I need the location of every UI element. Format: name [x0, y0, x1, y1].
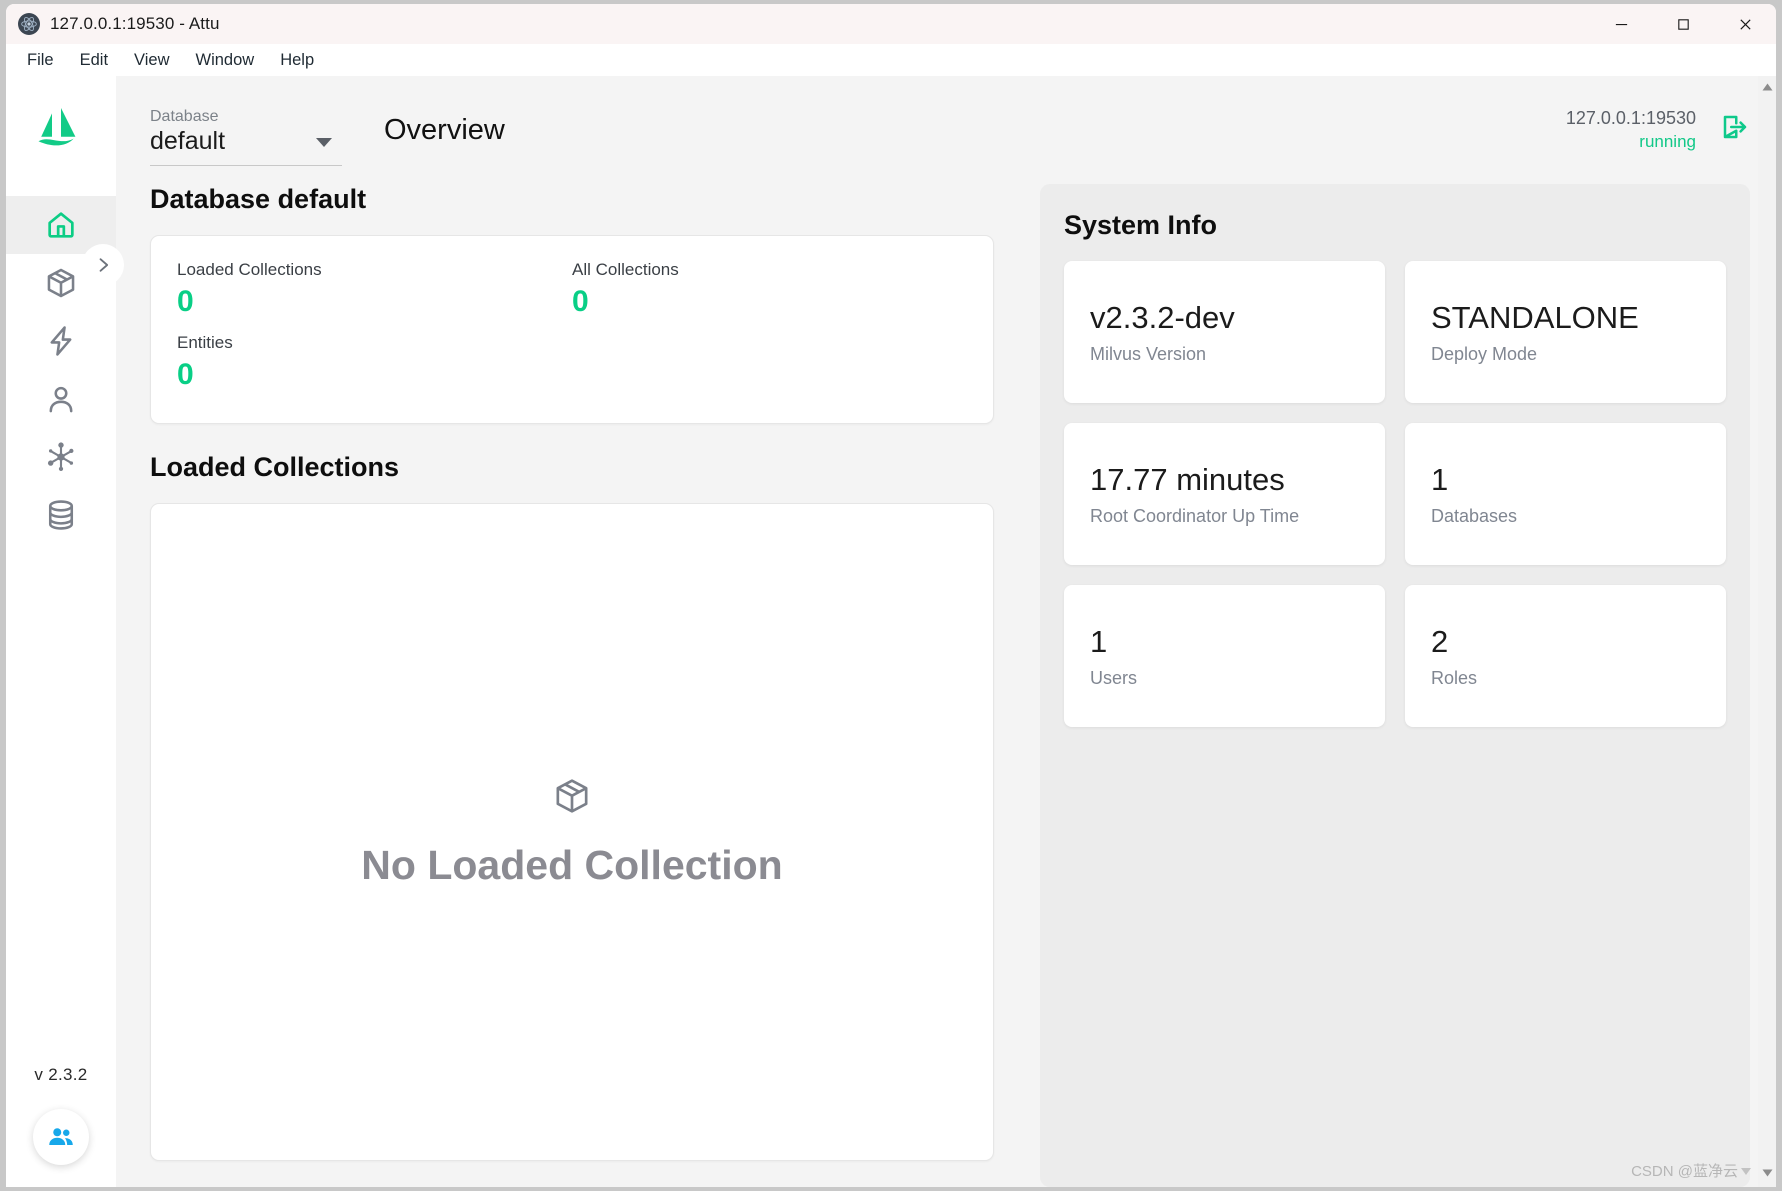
person-icon [49, 386, 73, 413]
home-icon [48, 212, 74, 238]
vertical-scrollbar[interactable] [1758, 76, 1776, 1187]
info-value-roles: 2 [1431, 623, 1449, 659]
stat-value-loaded-collections: 0 [177, 285, 194, 318]
content-area: Database default Loaded Collections 0 En… [116, 184, 1776, 1187]
info-value-milvus-version: v2.3.2-dev [1090, 299, 1235, 335]
sidebar-footer: v 2.3.2 [6, 1065, 116, 1187]
chevron-down-icon [316, 138, 332, 148]
stat-value-all-collections: 0 [572, 285, 589, 318]
system-info-panel: System Info v2.3.2-dev Milvus Version ST… [1040, 184, 1750, 1187]
top-bar: Database default Overview 127.0.0.1:1953… [116, 76, 1776, 184]
info-card-databases: 1 Databases [1405, 423, 1726, 565]
connection-block: 127.0.0.1:19530 running [1566, 106, 1750, 153]
network-nodes-icon [47, 442, 74, 472]
info-value-root-coordinator-uptime: 17.77 minutes [1090, 461, 1285, 497]
info-caption-databases: Databases [1431, 506, 1518, 527]
info-card-roles: 2 Roles [1405, 585, 1726, 727]
app-body: v 2.3.2 Database default Overview 127.0.… [6, 76, 1776, 1187]
connection-status: running [1639, 131, 1696, 151]
sidebar-item-databases[interactable] [6, 486, 116, 544]
electron-icon [18, 13, 40, 35]
triangle-down-icon [1741, 1167, 1751, 1175]
community-button[interactable] [33, 1109, 89, 1165]
menu-window[interactable]: Window [185, 48, 266, 73]
title-bar: 127.0.0.1:19530 - Attu [6, 4, 1776, 44]
watermark-text: CSDN @蓝净云 [1631, 1163, 1738, 1180]
sidebar-item-users[interactable] [6, 370, 116, 428]
stat-label-all-collections: All Collections [572, 260, 679, 279]
logo-zone [6, 76, 116, 166]
info-card-root-coordinator-uptime: 17.77 minutes Root Coordinator Up Time [1064, 423, 1385, 565]
info-caption-deploy-mode: Deploy Mode [1431, 344, 1538, 365]
lightning-icon [50, 326, 72, 356]
window-title: 127.0.0.1:19530 - Attu [50, 14, 220, 33]
info-value-databases: 1 [1431, 461, 1449, 497]
menu-help[interactable]: Help [269, 48, 325, 73]
database-column: Database default Loaded Collections 0 En… [150, 184, 994, 1187]
info-card-milvus-version: v2.3.2-dev Milvus Version [1064, 261, 1385, 403]
database-section-title: Database default [150, 184, 367, 214]
database-selector-label: Database [150, 107, 219, 125]
info-card-deploy-mode: STANDALONE Deploy Mode [1405, 261, 1726, 403]
logout-icon [1723, 116, 1747, 139]
connection-text: 127.0.0.1:19530 running [1566, 106, 1696, 153]
info-caption-milvus-version: Milvus Version [1090, 344, 1207, 365]
database-icon [48, 500, 74, 530]
info-caption-users: Users [1090, 668, 1138, 689]
database-selector-value: default [150, 126, 226, 155]
triangle-down-icon[interactable] [1762, 1169, 1773, 1180]
app-window: 127.0.0.1:19530 - Attu File Edit View Wi… [6, 4, 1776, 1187]
menu-bar: File Edit View Window Help [6, 44, 1776, 76]
stat-group-all: All Collections 0 [572, 260, 967, 393]
info-caption-roles: Roles [1431, 668, 1478, 689]
loaded-collections-title: Loaded Collections [150, 452, 400, 482]
box-icon [556, 778, 588, 813]
stat-value-entities: 0 [177, 357, 194, 391]
info-value-deploy-mode: STANDALONE [1431, 299, 1639, 335]
stat-label-loaded-collections: Loaded Collections [177, 260, 322, 279]
stat-label-entities: Entities [177, 332, 233, 352]
sidebar-item-vector-search[interactable] [6, 312, 116, 370]
window-controls [1590, 4, 1776, 44]
system-info-title: System Info [1064, 210, 1218, 240]
stat-group-loaded: Loaded Collections 0 Entities 0 [177, 260, 572, 393]
connection-address: 127.0.0.1:19530 [1565, 108, 1696, 129]
menu-view[interactable]: View [123, 48, 180, 73]
title-bar-left: 127.0.0.1:19530 - Attu [6, 13, 220, 35]
minimize-button[interactable] [1590, 4, 1652, 44]
page-title: Overview [384, 113, 505, 146]
sidebar-item-system-view[interactable] [6, 428, 116, 486]
loaded-collections-empty-state: No Loaded Collection [150, 503, 994, 1161]
triangle-up-icon[interactable] [1762, 83, 1773, 94]
menu-file[interactable]: File [16, 48, 65, 73]
app-version-label: v 2.3.2 [34, 1065, 88, 1084]
database-stats-card: Loaded Collections 0 Entities 0 All Coll… [150, 235, 994, 424]
chevron-right-icon [99, 258, 109, 272]
info-caption-root-coordinator-uptime: Root Coordinator Up Time [1090, 506, 1300, 527]
info-value-users: 1 [1090, 623, 1108, 659]
disconnect-button[interactable] [1720, 112, 1750, 147]
info-card-users: 1 Users [1064, 585, 1385, 727]
database-selector[interactable]: Database default [150, 100, 342, 167]
menu-edit[interactable]: Edit [69, 48, 119, 73]
system-info-grid: v2.3.2-dev Milvus Version STANDALONE Dep… [1064, 261, 1726, 727]
watermark: CSDN @蓝净云 [1631, 1160, 1752, 1181]
milvus-logo[interactable] [34, 102, 88, 155]
close-button[interactable] [1714, 4, 1776, 44]
box-icon [47, 268, 75, 298]
sidebar-expand-button[interactable] [82, 244, 124, 286]
maximize-button[interactable] [1652, 4, 1714, 44]
people-icon [49, 1128, 73, 1145]
main-area: Database default Overview 127.0.0.1:1953… [116, 76, 1776, 1187]
loaded-collections-empty-text: No Loaded Collection [361, 841, 783, 888]
sidebar: v 2.3.2 [6, 76, 124, 1187]
